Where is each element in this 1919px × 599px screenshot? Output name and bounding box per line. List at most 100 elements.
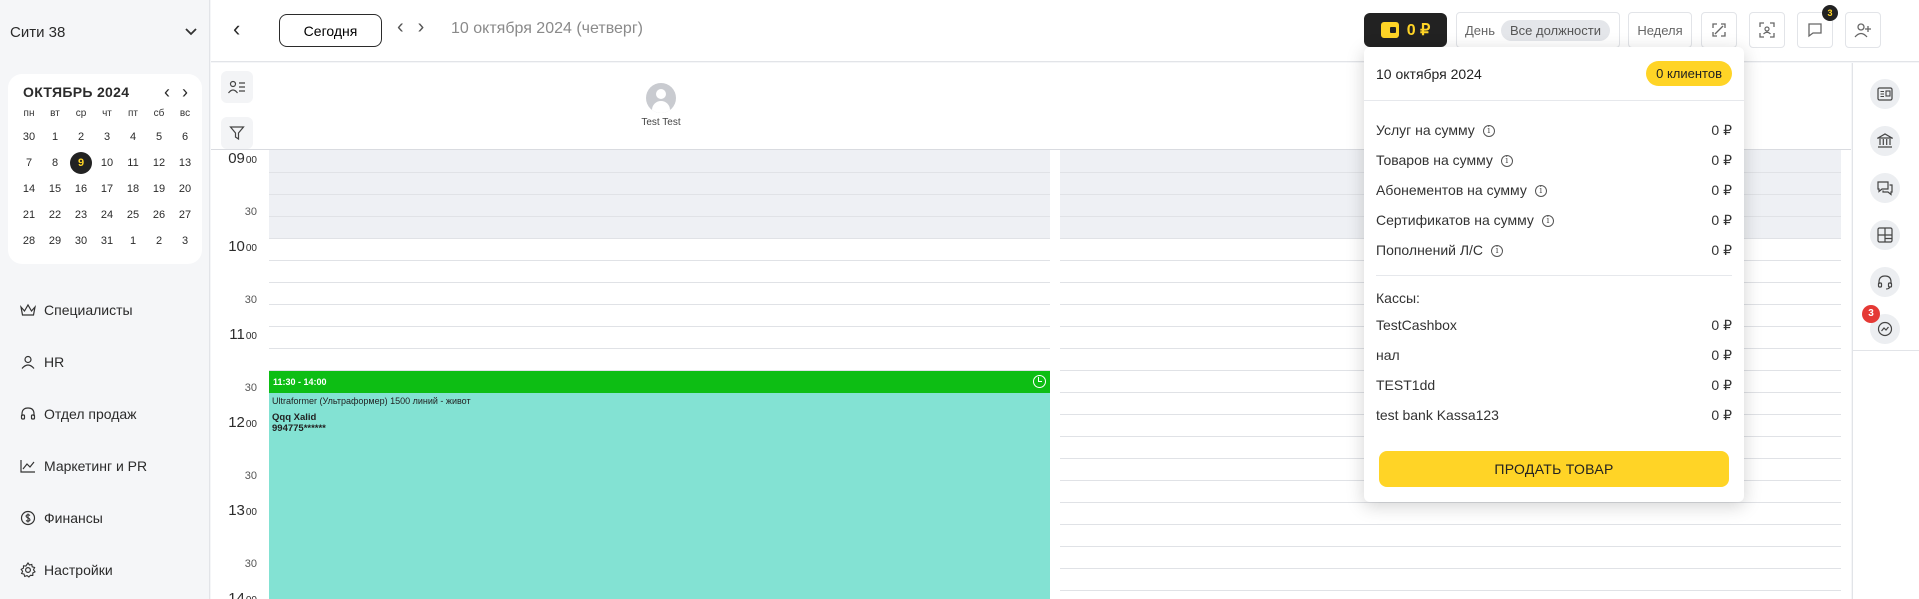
branch-selector[interactable]: Сити 38 bbox=[10, 22, 198, 42]
back-icon[interactable]: ‹ bbox=[233, 18, 253, 42]
calendar-day[interactable]: 3 bbox=[94, 126, 120, 148]
calendar-day[interactable]: 4 bbox=[120, 126, 146, 148]
calendar-day[interactable]: 22 bbox=[42, 204, 68, 226]
calendar-day[interactable]: 7 bbox=[16, 152, 42, 174]
calendar-day[interactable]: 31 bbox=[94, 230, 120, 252]
info-icon[interactable]: i bbox=[1491, 245, 1504, 258]
weekday-label: ср bbox=[75, 108, 87, 119]
sum-label: Товаров на сумму bbox=[1376, 152, 1493, 168]
view-day-selector[interactable]: День Все должности bbox=[1456, 12, 1620, 48]
calendar-day[interactable]: 13 bbox=[172, 152, 198, 174]
calendar-day[interactable]: 24 bbox=[94, 204, 120, 226]
sidebar-item[interactable]: Отдел продаж bbox=[20, 404, 200, 424]
next-day-icon[interactable]: › bbox=[418, 16, 425, 39]
day-view-label[interactable]: День bbox=[1465, 23, 1495, 38]
time-slot-line bbox=[269, 326, 1050, 327]
info-icon[interactable]: i bbox=[1541, 215, 1554, 228]
support-button[interactable] bbox=[1870, 267, 1900, 297]
calendar-day[interactable]: 5 bbox=[146, 126, 172, 148]
add-client-button[interactable] bbox=[1845, 12, 1881, 48]
cashbox-row: TEST1dd 0 ₽ bbox=[1376, 370, 1732, 400]
sum-row: Товаров на сумму i 0 ₽ bbox=[1376, 145, 1732, 175]
sidebar-item[interactable]: Маркетинг и PR bbox=[20, 456, 200, 476]
calendar-day[interactable]: 20 bbox=[172, 178, 198, 200]
staff-column-header[interactable]: Test Test bbox=[631, 83, 691, 128]
messenger-button[interactable]: 3 bbox=[1862, 305, 1900, 344]
cash-summary-button[interactable]: 0 ₽ bbox=[1364, 13, 1447, 47]
appointment-card[interactable]: Ultraformer (Ультраформер) 1500 линий - … bbox=[269, 393, 1050, 599]
sum-label-group: Пополнений Л/С i bbox=[1376, 242, 1504, 258]
sidebar-item-label: Финансы bbox=[44, 510, 103, 526]
staff-schedule-column[interactable]: 11:30 - 14:00 Ultraformer (Ультраформер)… bbox=[269, 150, 1050, 599]
calendar-day-number: 9 bbox=[70, 152, 92, 174]
sidebar-item[interactable]: HR bbox=[20, 352, 200, 372]
calendar-day[interactable]: 12 bbox=[146, 152, 172, 174]
staff-list-button[interactable] bbox=[221, 71, 253, 103]
bank-button[interactable] bbox=[1870, 126, 1900, 156]
appointment-header[interactable]: 11:30 - 14:00 bbox=[269, 371, 1050, 393]
calendar-day[interactable]: 17 bbox=[94, 178, 120, 200]
notifications-button[interactable]: 3 bbox=[1797, 5, 1838, 48]
hour-value: 14 bbox=[228, 590, 245, 599]
prev-day-icon[interactable]: ‹ bbox=[397, 16, 404, 39]
hour-value: 11 bbox=[229, 326, 245, 343]
info-icon[interactable]: i bbox=[1534, 185, 1547, 198]
calendar-day[interactable]: 2 bbox=[68, 126, 94, 148]
next-month-icon[interactable]: › bbox=[182, 83, 188, 101]
info-icon[interactable]: i bbox=[1500, 155, 1513, 168]
chat-button[interactable] bbox=[1870, 173, 1900, 203]
calendar-day[interactable]: 14 bbox=[16, 178, 42, 200]
calendar-day[interactable]: 2 bbox=[146, 230, 172, 252]
time-slot-line bbox=[269, 282, 1050, 283]
appointment-client: Qqq Xalid bbox=[272, 412, 317, 423]
sidebar-item[interactable]: Специалисты bbox=[20, 300, 200, 320]
cashbox-value: 0 ₽ bbox=[1711, 316, 1732, 333]
sidebar-item[interactable]: Настройки bbox=[20, 560, 200, 580]
filter-icon bbox=[229, 126, 245, 141]
today-button[interactable]: Сегодня bbox=[279, 14, 382, 47]
calendar-day[interactable]: 10 bbox=[94, 152, 120, 174]
prev-month-icon[interactable]: ‹ bbox=[164, 83, 170, 101]
hour-value: 12 bbox=[228, 414, 245, 431]
hour-value: 09 bbox=[228, 150, 245, 167]
filter-button[interactable] bbox=[221, 117, 253, 149]
calendar-day[interactable]: 26 bbox=[146, 204, 172, 226]
calendar-day[interactable]: 27 bbox=[172, 204, 198, 226]
calendar-day[interactable]: 29 bbox=[42, 230, 68, 252]
sell-product-button[interactable]: ПРОДАТЬ ТОВАР bbox=[1379, 451, 1729, 487]
calendar-day[interactable]: 21 bbox=[16, 204, 42, 226]
calendar-day[interactable]: 23 bbox=[68, 204, 94, 226]
calendar-day[interactable]: 15 bbox=[42, 178, 68, 200]
week-view-button[interactable]: Неделя bbox=[1628, 12, 1692, 48]
weekday-label: вс bbox=[179, 108, 191, 119]
time-label-half: 30 bbox=[244, 558, 257, 570]
calendar-day-number: 22 bbox=[48, 209, 62, 221]
positions-filter[interactable]: Все должности bbox=[1501, 19, 1610, 41]
calendar-day[interactable]: 30 bbox=[68, 230, 94, 252]
calendar-day[interactable]: 19 bbox=[146, 178, 172, 200]
calendar-day[interactable]: 28 bbox=[16, 230, 42, 252]
weekday-label: пт bbox=[128, 108, 138, 119]
info-icon[interactable]: i bbox=[1482, 125, 1495, 138]
layout-button[interactable] bbox=[1870, 220, 1900, 250]
calendar-day[interactable]: 6 bbox=[172, 126, 198, 148]
calendar-day[interactable]: 8 bbox=[42, 152, 68, 174]
calendar-day-number: 13 bbox=[178, 157, 192, 169]
calendar-day[interactable]: 25 bbox=[120, 204, 146, 226]
calendar-day[interactable]: 18 bbox=[120, 178, 146, 200]
calendar-day[interactable]: 16 bbox=[68, 178, 94, 200]
calendar-day[interactable]: 1 bbox=[120, 230, 146, 252]
calendar-day-number: 24 bbox=[100, 209, 114, 221]
sidebar-item[interactable]: Финансы bbox=[20, 508, 200, 528]
calendar-day[interactable]: 11 bbox=[120, 152, 146, 174]
calendar-day[interactable]: 1 bbox=[42, 126, 68, 148]
sum-value: 0 ₽ bbox=[1711, 151, 1732, 168]
sums-list: Услуг на сумму i 0 ₽ Товаров на сумму i 0 ₽ Аб… bbox=[1364, 101, 1744, 265]
calendar-day[interactable]: 3 bbox=[172, 230, 198, 252]
scan-button[interactable] bbox=[1749, 12, 1785, 48]
time-slot-line bbox=[269, 260, 1050, 261]
calendar-day[interactable]: 30 bbox=[16, 126, 42, 148]
id-card-button[interactable] bbox=[1870, 79, 1900, 109]
fullscreen-button[interactable] bbox=[1701, 12, 1737, 48]
calendar-day-selected[interactable]: 9 bbox=[68, 152, 94, 174]
